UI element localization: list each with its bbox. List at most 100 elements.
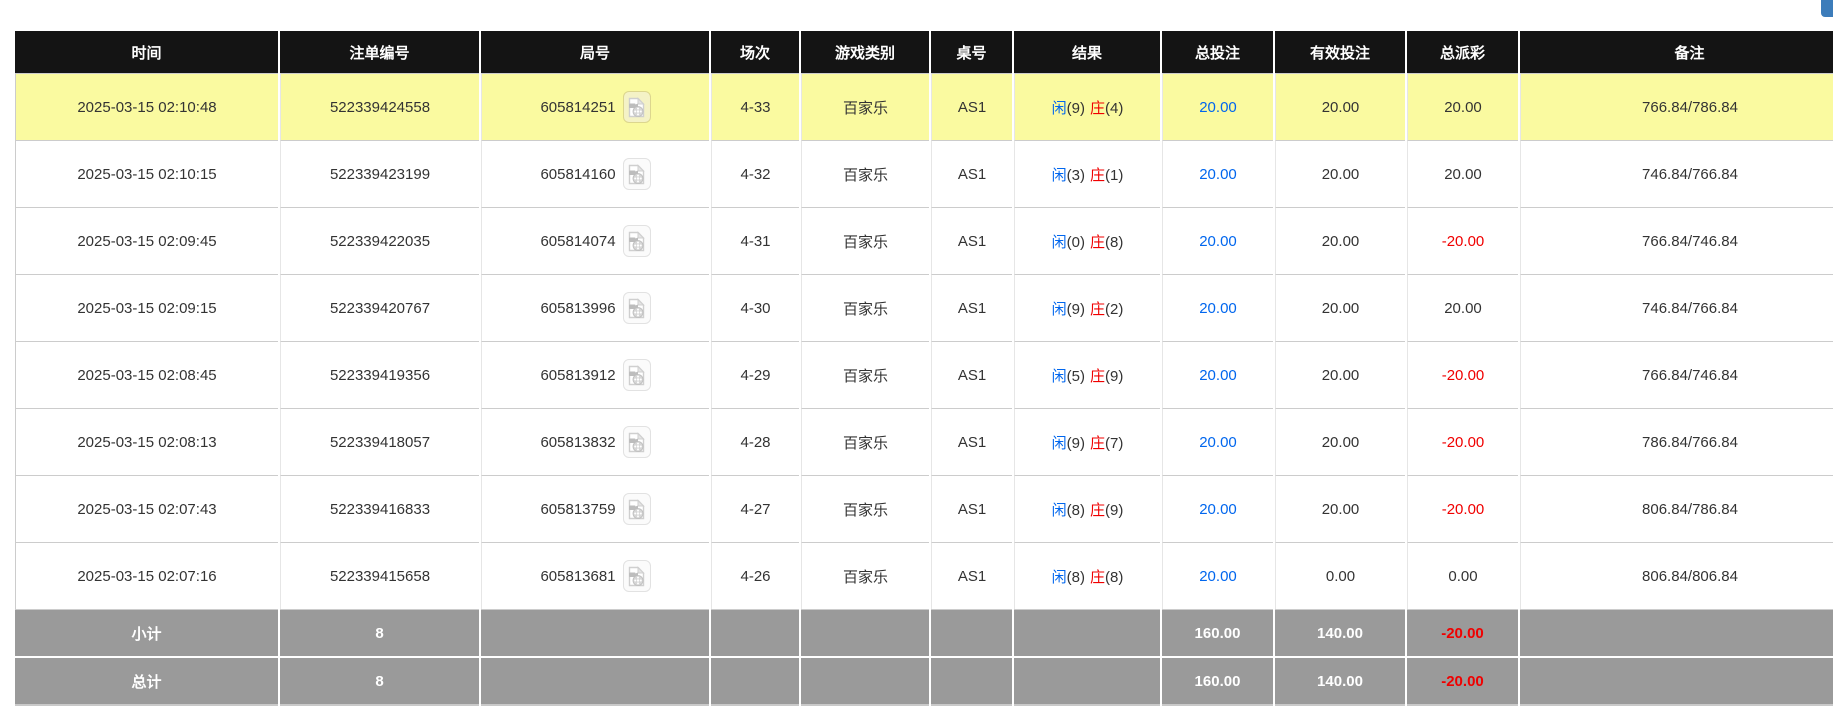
game-no-text: 605813912	[540, 367, 615, 384]
game-no-text: 605813681	[540, 568, 615, 585]
cell-session: 4-26	[711, 542, 799, 609]
cell-time: 2025-03-15 02:08:45	[15, 341, 278, 408]
cell-result: 闲(9)庄(4)	[1014, 73, 1160, 140]
column-header-result: 结果	[1014, 31, 1160, 73]
summary-row: 总计 8 160.00 140.00 -20.00	[15, 656, 1833, 706]
summary-label: 总计	[15, 656, 278, 706]
table-row[interactable]: 2025-03-15 02:07:16 522339415658 6058136…	[15, 542, 1833, 609]
cell-game-no: 605813759	[481, 475, 709, 542]
video-replay-icon	[628, 432, 645, 453]
cell-bet-no: 522339424558	[280, 73, 479, 140]
cell-game-no: 605814160	[481, 140, 709, 207]
video-replay-icon	[628, 365, 645, 386]
cell-game-type: 百家乐	[801, 408, 929, 475]
cell-result: 闲(9)庄(7)	[1014, 408, 1160, 475]
table-header-row: 时间 注单编号 局号 场次 游戏类别 桌号 结果 总投注 有效投注 总派彩 备注	[15, 31, 1833, 73]
video-replay-button[interactable]	[623, 292, 651, 324]
cell-session: 4-27	[711, 475, 799, 542]
result-banker-score: (9)	[1105, 502, 1123, 519]
table-row[interactable]: 2025-03-15 02:09:15 522339420767 6058139…	[15, 274, 1833, 341]
result-player-score: (9)	[1067, 435, 1085, 452]
cell-time: 2025-03-15 02:07:16	[15, 542, 278, 609]
result-banker-score: (8)	[1105, 569, 1123, 586]
result-player-score: (8)	[1067, 502, 1085, 519]
cell-bet-no: 522339422035	[280, 207, 479, 274]
result-player-score: (8)	[1067, 569, 1085, 586]
video-replay-icon	[628, 298, 645, 319]
cell-total-bet: 20.00	[1162, 408, 1273, 475]
result-banker-label: 庄	[1090, 502, 1105, 519]
cell-session: 4-29	[711, 341, 799, 408]
cell-game-no: 605813996	[481, 274, 709, 341]
cell-payout: 0.00	[1407, 542, 1518, 609]
video-replay-button[interactable]	[623, 225, 651, 257]
cell-table-no: AS1	[931, 408, 1012, 475]
cell-time: 2025-03-15 02:09:45	[15, 207, 278, 274]
summary-empty-table-no	[931, 656, 1012, 706]
table-row[interactable]: 2025-03-15 02:10:15 522339423199 6058141…	[15, 140, 1833, 207]
result-player-score: (9)	[1067, 301, 1085, 318]
cell-result: 闲(9)庄(2)	[1014, 274, 1160, 341]
cell-session: 4-33	[711, 73, 799, 140]
cell-bet-no: 522339420767	[280, 274, 479, 341]
summary-payout: -20.00	[1407, 609, 1518, 656]
column-header-table-no: 桌号	[931, 31, 1012, 73]
cell-session: 4-31	[711, 207, 799, 274]
result-banker-score: (2)	[1105, 301, 1123, 318]
cell-remark: 786.84/766.84	[1520, 408, 1833, 475]
column-header-remark: 备注	[1520, 31, 1833, 73]
cell-valid-bet: 20.00	[1275, 73, 1405, 140]
cell-result: 闲(8)庄(9)	[1014, 475, 1160, 542]
summary-empty-remark	[1520, 609, 1833, 656]
video-replay-icon	[628, 566, 645, 587]
result-banker-score: (7)	[1105, 435, 1123, 452]
cell-remark: 806.84/786.84	[1520, 475, 1833, 542]
result-player-score: (0)	[1067, 234, 1085, 251]
cell-valid-bet: 20.00	[1275, 341, 1405, 408]
betting-records-page: 时间 注单编号 局号 场次 游戏类别 桌号 结果 总投注 有效投注 总派彩 备注…	[0, 0, 1833, 727]
cell-session: 4-32	[711, 140, 799, 207]
video-replay-button[interactable]	[623, 91, 651, 123]
table-row[interactable]: 2025-03-15 02:07:43 522339416833 6058137…	[15, 475, 1833, 542]
cell-result: 闲(0)庄(8)	[1014, 207, 1160, 274]
cell-total-bet: 20.00	[1162, 274, 1273, 341]
cell-payout: -20.00	[1407, 408, 1518, 475]
table-body: 2025-03-15 02:10:48 522339424558 6058142…	[15, 73, 1833, 609]
table-row[interactable]: 2025-03-15 02:08:45 522339419356 6058139…	[15, 341, 1833, 408]
cell-total-bet: 20.00	[1162, 475, 1273, 542]
cell-game-type: 百家乐	[801, 542, 929, 609]
cell-game-type: 百家乐	[801, 274, 929, 341]
video-replay-button[interactable]	[623, 426, 651, 458]
column-header-label: 备注	[1674, 45, 1704, 62]
result-banker-score: (9)	[1105, 368, 1123, 385]
cell-payout: -20.00	[1407, 207, 1518, 274]
column-header-label: 桌号	[956, 45, 986, 62]
cell-remark: 766.84/746.84	[1520, 341, 1833, 408]
video-replay-button[interactable]	[623, 493, 651, 525]
summary-valid-bet: 140.00	[1275, 656, 1405, 706]
table-row[interactable]: 2025-03-15 02:10:48 522339424558 6058142…	[15, 73, 1833, 140]
summary-total-bet: 160.00	[1162, 609, 1273, 656]
column-header-payout: 总派彩	[1407, 31, 1518, 73]
video-replay-button[interactable]	[623, 359, 651, 391]
cell-time: 2025-03-15 02:10:15	[15, 140, 278, 207]
video-replay-button[interactable]	[623, 158, 651, 190]
result-player-label: 闲	[1052, 100, 1067, 117]
cell-result: 闲(8)庄(8)	[1014, 542, 1160, 609]
table-row[interactable]: 2025-03-15 02:08:13 522339418057 6058138…	[15, 408, 1833, 475]
column-header-label: 游戏类别	[835, 45, 895, 62]
result-banker-label: 庄	[1090, 234, 1105, 251]
cell-valid-bet: 20.00	[1275, 274, 1405, 341]
table-row[interactable]: 2025-03-15 02:09:45 522339422035 6058140…	[15, 207, 1833, 274]
top-right-blue-button-fragment[interactable]	[1821, 0, 1833, 17]
cell-total-bet: 20.00	[1162, 140, 1273, 207]
game-no-text: 605814160	[540, 166, 615, 183]
video-replay-icon	[628, 164, 645, 185]
video-replay-button[interactable]	[623, 560, 651, 592]
records-table-container: 时间 注单编号 局号 场次 游戏类别 桌号 结果 总投注 有效投注 总派彩 备注…	[13, 31, 1833, 706]
result-player-score: (5)	[1067, 368, 1085, 385]
summary-empty-result	[1014, 656, 1160, 706]
cell-time: 2025-03-15 02:09:15	[15, 274, 278, 341]
video-replay-icon	[628, 499, 645, 520]
game-no-text: 605814074	[540, 233, 615, 250]
